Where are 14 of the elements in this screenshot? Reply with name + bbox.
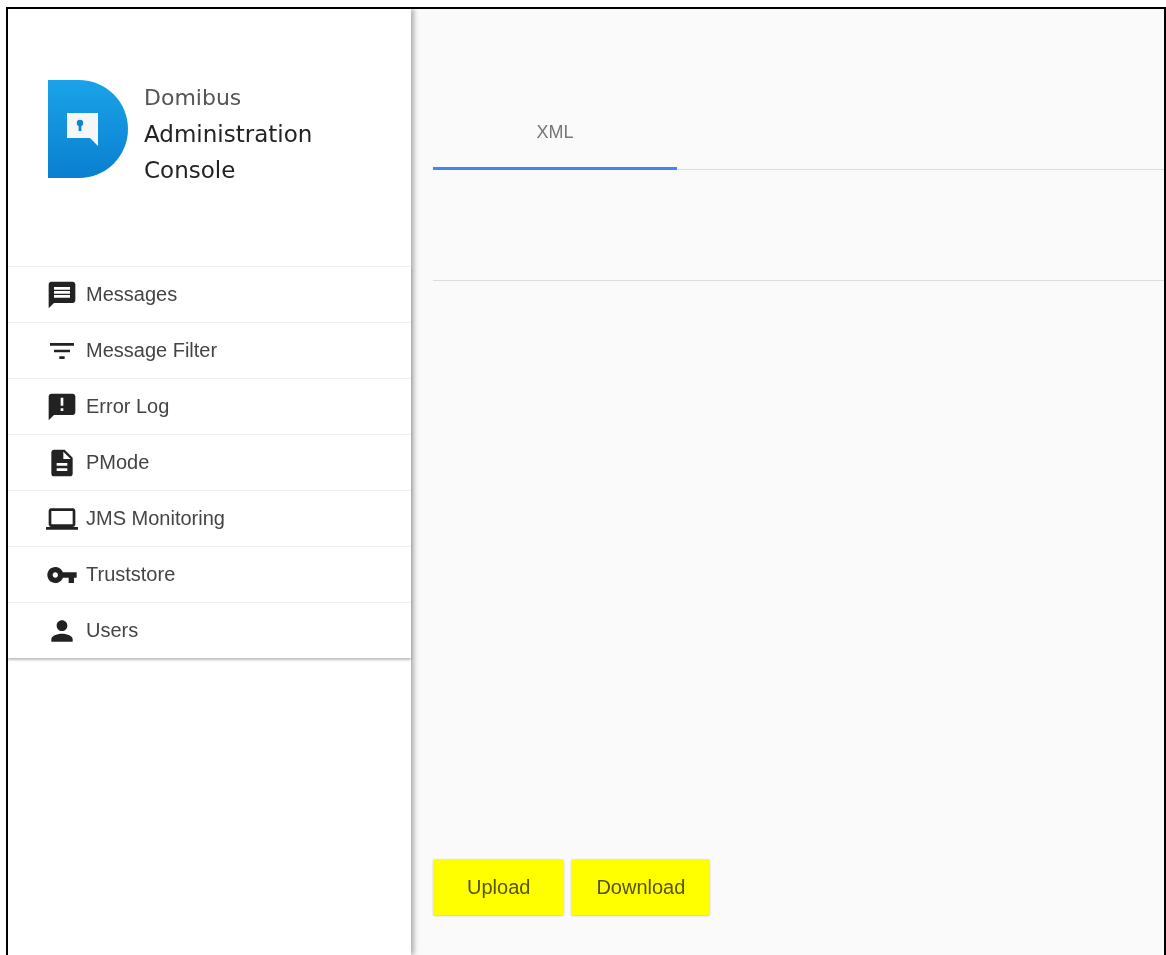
download-button[interactable]: Download <box>571 859 711 915</box>
upload-button[interactable]: Upload <box>433 859 565 915</box>
nav-item[interactable]: PMode <box>8 435 411 491</box>
nav-item[interactable]: JMS Monitoring <box>8 491 411 547</box>
nav-item[interactable]: Message Filter <box>8 323 411 379</box>
app-name: Domibus <box>144 84 243 112</box>
app-title: Administration <box>144 120 313 149</box>
nav-item[interactable]: Messages <box>8 267 411 323</box>
tab[interactable]: XML <box>433 105 677 170</box>
logo-icon <box>46 80 128 178</box>
nav-item[interactable]: Truststore <box>8 547 411 603</box>
nav-item[interactable]: Users <box>8 603 411 658</box>
app-subtitle: Console <box>144 156 237 185</box>
nav-item[interactable]: Error Log <box>8 379 411 435</box>
